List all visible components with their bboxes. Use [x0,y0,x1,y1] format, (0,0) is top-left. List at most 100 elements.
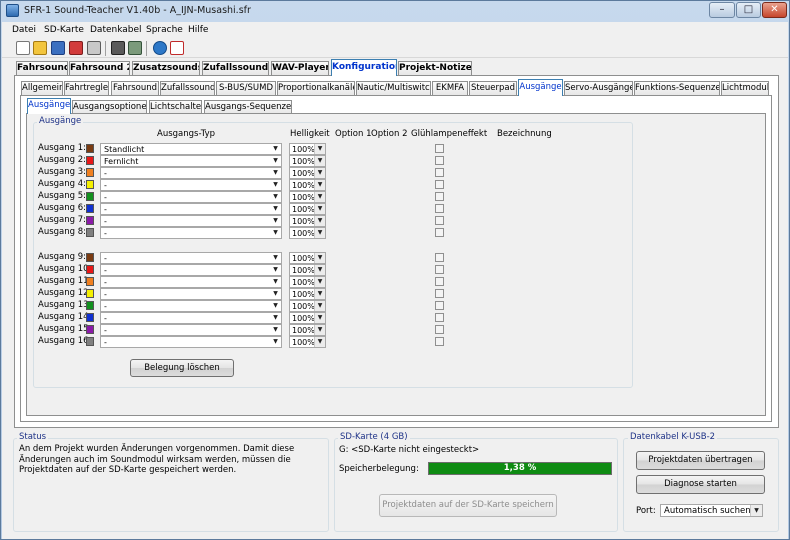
tab-zufallssounds[interactable]: Zufallssounds [202,61,269,76]
open-folder-icon[interactable] [33,41,47,55]
output-type-select[interactable]: - ▼ [100,252,282,264]
chevron-down-icon[interactable]: ▼ [314,180,325,190]
tab-ausgaenge[interactable]: Ausgänge [518,79,563,96]
bulb-effect-checkbox[interactable] [435,253,444,262]
output-type-select[interactable]: - ▼ [100,179,282,191]
brightness-select[interactable]: 100% ▼ [289,312,326,324]
chevron-down-icon[interactable]: ▼ [314,192,325,202]
menu-datenkabel[interactable]: Datenkabel [90,25,142,35]
cable-icon[interactable] [128,41,142,55]
document-icon[interactable] [170,41,184,55]
transfer-project-button[interactable]: Projektdaten übertragen [636,451,765,470]
brightness-select[interactable]: 100% ▼ [289,155,326,167]
brightness-select[interactable]: 100% ▼ [289,264,326,276]
chevron-down-icon[interactable]: ▼ [314,301,325,311]
chevron-down-icon[interactable]: ▼ [314,253,325,263]
output-type-select[interactable]: - ▼ [100,203,282,215]
brightness-select[interactable]: 100% ▼ [289,324,326,336]
minimize-button[interactable]: – [709,2,735,18]
chevron-down-icon[interactable]: ▼ [270,301,281,311]
bulb-effect-checkbox[interactable] [435,216,444,225]
close-button[interactable]: ✕ [762,2,787,18]
chevron-down-icon[interactable]: ▼ [270,144,281,154]
bulb-effect-checkbox[interactable] [435,192,444,201]
sd-card-icon[interactable] [111,41,125,55]
tab-zufallssound[interactable]: Zufallssound [160,81,215,96]
save-icon[interactable] [51,41,65,55]
chevron-down-icon[interactable]: ▼ [270,289,281,299]
bulb-effect-checkbox[interactable] [435,313,444,322]
output-type-select[interactable]: - ▼ [100,336,282,348]
chevron-down-icon[interactable]: ▼ [314,228,325,238]
output-type-select[interactable]: - ▼ [100,191,282,203]
menu-datei[interactable]: Datei [12,25,36,35]
tab-fahrtregler[interactable]: Fahrtregler [64,81,109,96]
tab-steuerpad[interactable]: Steuerpad [469,81,517,96]
chevron-down-icon[interactable]: ▼ [270,204,281,214]
brightness-select[interactable]: 100% ▼ [289,288,326,300]
chevron-down-icon[interactable]: ▼ [270,168,281,178]
tab-funktions-sequenzen[interactable]: Funktions-Sequenzen [634,81,720,96]
chevron-down-icon[interactable]: ▼ [314,289,325,299]
chevron-down-icon[interactable]: ▼ [270,156,281,166]
brightness-select[interactable]: 100% ▼ [289,215,326,227]
port-select[interactable]: Automatisch suchen ▼ [660,504,763,517]
clear-assignment-button[interactable]: Belegung löschen [130,359,234,377]
brightness-select[interactable]: 100% ▼ [289,276,326,288]
chevron-down-icon[interactable]: ▼ [270,277,281,287]
brightness-select[interactable]: 100% ▼ [289,167,326,179]
title-bar[interactable]: SFR-1 Sound-Teacher V1.40b - A_IJN-Musas… [1,1,789,21]
tab-nautic-multiswitch[interactable]: Nautic/Multiswitch [356,81,431,96]
tab-sbus-sumd[interactable]: S-BUS/SUMD [216,81,276,96]
bulb-effect-checkbox[interactable] [435,277,444,286]
tab-fahrsound[interactable]: Fahrsound [16,61,68,76]
tab-fahrsound-config[interactable]: Fahrsound [111,81,159,96]
chevron-down-icon[interactable]: ▼ [270,228,281,238]
chevron-down-icon[interactable]: ▼ [314,144,325,154]
brightness-select[interactable]: 100% ▼ [289,300,326,312]
chevron-down-icon[interactable]: ▼ [270,216,281,226]
tab-konfiguration[interactable]: Konfiguration [331,59,397,76]
chevron-down-icon[interactable]: ▼ [270,192,281,202]
save-as-icon[interactable] [69,41,83,55]
bulb-effect-checkbox[interactable] [435,180,444,189]
save-to-sdcard-button[interactable]: Projektdaten auf der SD-Karte speichern [379,494,557,517]
chevron-down-icon[interactable]: ▼ [314,265,325,275]
tab-fahrsound-2[interactable]: Fahrsound 2 [69,61,130,76]
chevron-down-icon[interactable]: ▼ [750,505,762,516]
menu-hilfe[interactable]: Hilfe [188,25,208,35]
chevron-down-icon[interactable]: ▼ [314,277,325,287]
brightness-select[interactable]: 100% ▼ [289,203,326,215]
tab-ekmfa[interactable]: EKMFA [432,81,468,96]
brightness-select[interactable]: 100% ▼ [289,227,326,239]
tab-projekt-notizen[interactable]: Projekt-Notizen [398,61,472,76]
bulb-effect-checkbox[interactable] [435,228,444,237]
output-type-select[interactable]: - ▼ [100,324,282,336]
chevron-down-icon[interactable]: ▼ [270,265,281,275]
tab-allgemein[interactable]: Allgemein [21,81,63,96]
chevron-down-icon[interactable]: ▼ [314,337,325,347]
bulb-effect-checkbox[interactable] [435,325,444,334]
output-type-select[interactable]: - ▼ [100,264,282,276]
bulb-effect-checkbox[interactable] [435,144,444,153]
print-icon[interactable] [87,41,101,55]
bulb-effect-checkbox[interactable] [435,204,444,213]
bulb-effect-checkbox[interactable] [435,168,444,177]
tab-proportionalkanaele[interactable]: Proportionalkanäle [277,81,355,96]
chevron-down-icon[interactable]: ▼ [270,180,281,190]
tab-servo-ausgaenge[interactable]: Servo-Ausgänge [564,81,633,96]
chevron-down-icon[interactable]: ▼ [270,253,281,263]
tab-wav-player[interactable]: WAV-Player [271,61,329,76]
brightness-select[interactable]: 100% ▼ [289,143,326,155]
bulb-effect-checkbox[interactable] [435,301,444,310]
chevron-down-icon[interactable]: ▼ [314,325,325,335]
output-type-select[interactable]: - ▼ [100,167,282,179]
chevron-down-icon[interactable]: ▼ [314,313,325,323]
output-type-select[interactable]: - ▼ [100,215,282,227]
output-type-select[interactable]: Fernlicht ▼ [100,155,282,167]
chevron-down-icon[interactable]: ▼ [270,325,281,335]
output-type-select[interactable]: - ▼ [100,227,282,239]
brightness-select[interactable]: 100% ▼ [289,336,326,348]
sound-icon[interactable] [153,41,167,55]
chevron-down-icon[interactable]: ▼ [314,216,325,226]
